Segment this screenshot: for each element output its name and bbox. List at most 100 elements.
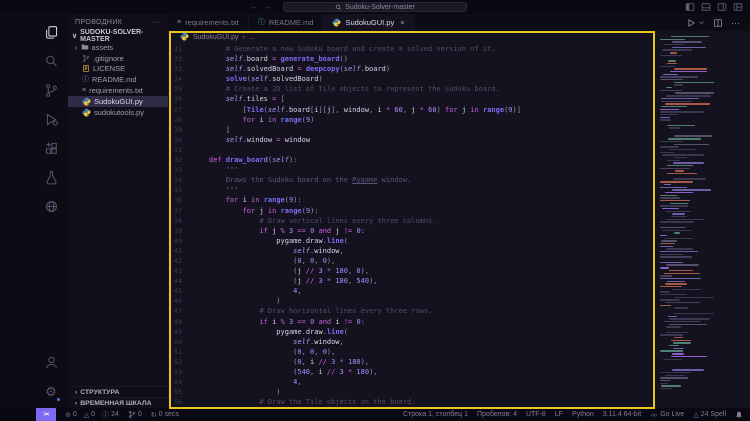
code-line[interactable]: 23 self.solvedBoard = deepcopy(self.boar…: [168, 64, 654, 74]
git-branch-status[interactable]: 0: [128, 410, 142, 419]
code-line[interactable]: 52 (0, i // 3 * 180),: [168, 357, 654, 367]
file-item-gitignore[interactable]: .gitignore: [68, 53, 168, 64]
forward-icon[interactable]: →: [264, 2, 272, 12]
code-line[interactable]: 33 """: [168, 165, 654, 175]
code-line[interactable]: 35 """: [168, 185, 654, 195]
file-item-sudokugui-py[interactable]: SudokuGUI.py: [68, 96, 168, 107]
code-line[interactable]: 39 if j % 3 == 0 and j != 0:: [168, 226, 654, 236]
panel-структура[interactable]: ›СТРУКТУРА: [68, 386, 168, 397]
code-line[interactable]: 44 (j // 3 * 180, 540),: [168, 276, 654, 286]
status-go-live[interactable]: Go Live: [650, 411, 684, 419]
minimize-window-button[interactable]: [23, 4, 30, 11]
code-line[interactable]: 54 4,: [168, 377, 654, 387]
toggle-sidebar-icon[interactable]: [685, 2, 695, 12]
file-item-assets[interactable]: ›assets: [68, 42, 168, 53]
toggle-panel-icon[interactable]: [701, 2, 711, 12]
code-line[interactable]: 41 self.window,: [168, 246, 654, 256]
status-indentation[interactable]: Пробелов: 4: [477, 411, 517, 418]
status-cursor-position[interactable]: Строка 1, столбец 1: [403, 411, 468, 418]
file-item-requirements-txt[interactable]: ≡requirements.txt: [68, 85, 168, 96]
status-python-version[interactable]: 3.11.4 64-bit: [603, 411, 641, 418]
command-center-search[interactable]: Sudoku-Solver-master: [283, 2, 467, 12]
settings-gear-icon[interactable]: ⚙: [38, 377, 64, 406]
code-line[interactable]: 31: [168, 145, 654, 155]
code-line[interactable]: 51 (0, 0, 0),: [168, 347, 654, 357]
warning-icon: △: [84, 411, 89, 419]
tab-requirements-txt[interactable]: ≡requirements.txt: [168, 14, 249, 31]
problems-status[interactable]: ⊘0△0ⓘ24: [65, 410, 119, 420]
explorer-icon[interactable]: [38, 18, 64, 47]
code-line[interactable]: 47 # Draw horizontal lines every three r…: [168, 306, 654, 316]
tab-sudokugui-py[interactable]: SudokuGUI.py×: [323, 14, 414, 31]
source-control-icon[interactable]: [38, 76, 64, 105]
code-line[interactable]: 32 def draw_board(self):: [168, 155, 654, 165]
code-line[interactable]: 22 self.board = generate_board(): [168, 54, 654, 64]
search-view-icon[interactable]: [38, 47, 64, 76]
code-line[interactable]: 46 ): [168, 296, 654, 306]
line-number: 21: [168, 44, 192, 54]
status-spell-checker[interactable]: △24 Spell: [693, 411, 726, 419]
line-content: # Draw vertical lines every three column…: [192, 216, 436, 226]
line-content: pygame.draw.line(: [192, 236, 348, 246]
status-notifications[interactable]: [735, 411, 743, 419]
code-line[interactable]: 43 (j // 3 * 180, 0),: [168, 266, 654, 276]
remote-explorer-icon[interactable]: [38, 192, 64, 221]
code-line[interactable]: 55 ): [168, 387, 654, 397]
back-icon[interactable]: ←: [250, 2, 258, 12]
code-line[interactable]: 36 for i in range(9):: [168, 195, 654, 205]
code-line[interactable]: 28 for i in range(9): [168, 115, 654, 125]
status-encoding[interactable]: UTF-8: [526, 411, 546, 418]
timer-status[interactable]: ↻0 secs: [151, 411, 179, 419]
minimap[interactable]: [659, 36, 714, 402]
python-file-icon: [82, 97, 91, 106]
line-content: 4,: [192, 286, 302, 296]
code-editor[interactable]: 21 # Generate a new Sudoku board and cre…: [168, 44, 654, 408]
status-eol[interactable]: LF: [555, 411, 563, 418]
code-line[interactable]: 49 pygame.draw.line(: [168, 327, 654, 337]
tab-readme-md[interactable]: ⓘREADME.md: [249, 14, 324, 31]
close-window-button[interactable]: [11, 4, 18, 11]
chevron-down-icon[interactable]: [698, 19, 705, 26]
code-line[interactable]: 42 (0, 0, 0),: [168, 256, 654, 266]
remote-indicator[interactable]: ><: [36, 408, 56, 421]
file-item-sudokutools-py[interactable]: sudokutools.py: [68, 107, 168, 118]
code-line[interactable]: 26 self.tiles = [: [168, 94, 654, 104]
code-line[interactable]: 25 # Create a 2D list of Tile objects to…: [168, 84, 654, 94]
toggle-secondary-sidebar-icon[interactable]: [717, 2, 727, 12]
close-icon[interactable]: ×: [400, 18, 404, 27]
workspace-root-folder[interactable]: ∨ SUDOKU-SOLVER-MASTER: [68, 30, 168, 42]
more-actions-icon[interactable]: ···: [731, 18, 740, 28]
panel-временная-шкала[interactable]: ›ВРЕМЕННАЯ ШКАЛА: [68, 397, 168, 408]
code-line[interactable]: 53 (540, i // 3 * 180),: [168, 367, 654, 377]
code-line[interactable]: 40 pygame.draw.line(: [168, 236, 654, 246]
run-python-file-button[interactable]: [686, 18, 705, 28]
breadcrumb-symbol[interactable]: …: [249, 34, 256, 41]
code-line[interactable]: 34 Draws the Sudoku board on the Pygame …: [168, 175, 654, 185]
zoom-window-button[interactable]: [35, 4, 42, 11]
split-editor-icon[interactable]: [713, 18, 723, 28]
line-number: 49: [168, 327, 192, 337]
account-icon[interactable]: [38, 348, 64, 377]
customize-layout-icon[interactable]: [733, 2, 743, 12]
layout-controls: [685, 2, 743, 12]
code-line[interactable]: 38 # Draw vertical lines every three col…: [168, 216, 654, 226]
run-debug-icon[interactable]: [38, 105, 64, 134]
more-actions-icon[interactable]: ···: [153, 19, 161, 26]
code-line[interactable]: 30 self.window = window: [168, 135, 654, 145]
testing-icon[interactable]: [38, 163, 64, 192]
file-item-readme-md[interactable]: ⓘREADME.md: [68, 74, 168, 85]
file-tree: ›assets.gitignoreLICENSEⓘREADME.md≡requi…: [68, 42, 168, 118]
code-line[interactable]: 27 [Tile(self.board[i][j], window, i * 6…: [168, 105, 654, 115]
code-line[interactable]: 45 4,: [168, 286, 654, 296]
file-item-license[interactable]: LICENSE: [68, 64, 168, 75]
code-line[interactable]: 21 # Generate a new Sudoku board and cre…: [168, 44, 654, 54]
extensions-icon[interactable]: [38, 134, 64, 163]
code-line[interactable]: 48 if i % 3 == 0 and i != 0:: [168, 317, 654, 327]
code-line[interactable]: 29 ]: [168, 125, 654, 135]
status-language-mode[interactable]: Python: [572, 411, 594, 418]
code-line[interactable]: 24 solve(self.solvedBoard): [168, 74, 654, 84]
code-line[interactable]: 50 self.window,: [168, 337, 654, 347]
code-line[interactable]: 37 for j in range(9):: [168, 206, 654, 216]
breadcrumb-file[interactable]: SudokuGUI.py: [193, 34, 239, 41]
code-line[interactable]: 56 # Draw the Tile objects on the board.: [168, 397, 654, 407]
